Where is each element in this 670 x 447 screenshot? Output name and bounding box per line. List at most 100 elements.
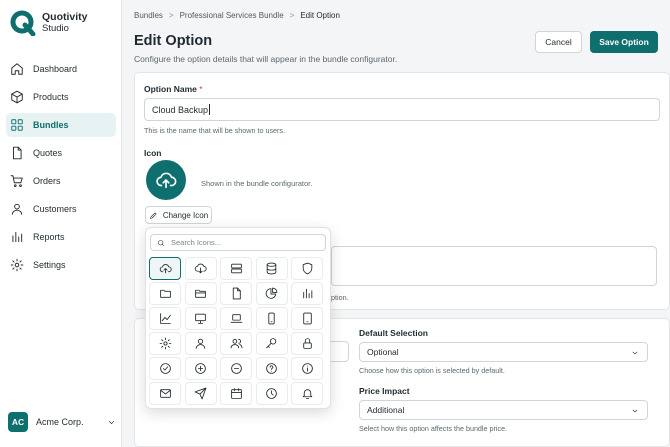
option-name-value: Cloud Backup xyxy=(152,104,209,115)
sidebar-item-label: Customers xyxy=(33,204,77,214)
icon-grid xyxy=(149,257,329,405)
sidebar-item-products[interactable]: Products xyxy=(6,85,116,109)
pie-chart-icon xyxy=(265,287,278,299)
icon-option-server[interactable] xyxy=(220,257,252,280)
icon-option-database[interactable] xyxy=(255,257,288,280)
icon-option-file[interactable] xyxy=(220,282,252,305)
icon-option-clock[interactable] xyxy=(255,382,288,405)
sidebar-item-orders[interactable]: Orders xyxy=(6,169,116,193)
icon-option-cloud-download[interactable] xyxy=(184,257,217,280)
gear-icon xyxy=(159,337,171,350)
icon-option-key[interactable] xyxy=(255,332,288,355)
logo-mark-icon xyxy=(10,10,36,37)
icon-option-cloud-upload[interactable] xyxy=(149,257,181,280)
line-chart-icon xyxy=(159,313,171,324)
sidebar-item-settings[interactable]: Settings xyxy=(6,253,116,277)
sidebar: Quotivity Studio Dashboard Products Bund… xyxy=(0,0,122,447)
page-subtitle: Configure the option details that will a… xyxy=(134,54,398,64)
home-icon xyxy=(11,63,23,75)
sidebar-item-dashboard[interactable]: Dashboard xyxy=(6,57,116,81)
sidebar-item-bundles[interactable]: Bundles xyxy=(6,113,116,137)
phone-icon xyxy=(268,312,275,325)
icon-option-laptop[interactable] xyxy=(220,307,252,330)
icon-option-calendar[interactable] xyxy=(220,382,252,405)
account-switcher[interactable]: AC Acme Corp. xyxy=(8,411,116,433)
icon-picker-popover: Search Icons... xyxy=(145,227,331,409)
icon-option-users[interactable] xyxy=(220,332,252,355)
sidebar-nav: Dashboard Products Bundles Quotes Orders… xyxy=(6,57,116,281)
breadcrumb-bundles[interactable]: Bundles xyxy=(134,11,163,20)
sidebar-item-reports[interactable]: Reports xyxy=(6,225,116,249)
option-name-hint: This is the name that will be shown to u… xyxy=(144,126,286,135)
option-name-input[interactable]: Cloud Backup xyxy=(144,98,660,121)
icon-option-mail[interactable] xyxy=(149,382,181,405)
icon-search-input[interactable]: Search Icons... xyxy=(150,234,326,251)
chevron-down-icon xyxy=(108,420,115,424)
sidebar-item-label: Dashboard xyxy=(33,64,78,74)
cloud-download-icon xyxy=(194,263,207,274)
sidebar-item-quotes[interactable]: Quotes xyxy=(6,141,116,165)
price-impact-hint: Select how this option affects the bundl… xyxy=(359,424,508,433)
required-mark: * xyxy=(199,84,203,94)
sidebar-item-customers[interactable]: Customers xyxy=(6,197,116,221)
cloud-upload-icon xyxy=(159,264,172,274)
icon-option-line-chart[interactable] xyxy=(149,307,181,330)
send-icon xyxy=(194,387,207,400)
price-impact-select[interactable]: Additional xyxy=(359,400,648,420)
icon-option-phone[interactable] xyxy=(255,307,288,330)
icon-option-pie-chart[interactable] xyxy=(255,282,288,305)
tablet-icon xyxy=(302,312,312,325)
icon-option-send[interactable] xyxy=(184,382,217,405)
sidebar-item-label: Settings xyxy=(33,260,66,270)
price-impact-label: Price Impact xyxy=(359,386,410,396)
icon-label: Icon xyxy=(144,148,162,158)
cloud-upload-icon xyxy=(156,172,177,189)
icon-option-bar-chart[interactable] xyxy=(291,282,323,305)
page-title: Edit Option xyxy=(134,33,213,49)
mail-icon xyxy=(159,389,171,398)
save-option-button[interactable]: Save Option xyxy=(590,31,658,53)
chevron-down-icon xyxy=(632,351,638,355)
users-icon xyxy=(230,339,242,349)
gear-icon xyxy=(10,258,24,272)
description-textarea[interactable] xyxy=(331,246,657,286)
selected-icon-preview xyxy=(146,160,186,200)
icon-option-monitor[interactable] xyxy=(184,307,217,330)
default-selection-select[interactable]: Optional xyxy=(359,342,648,362)
icon-option-help-circle[interactable] xyxy=(255,357,288,380)
app-name: Quotivity xyxy=(42,11,88,23)
breadcrumb-separator: > xyxy=(289,11,295,20)
help-circle-icon xyxy=(266,363,277,374)
icon-option-user[interactable] xyxy=(184,332,217,355)
cancel-button[interactable]: Cancel xyxy=(535,31,582,53)
icon-option-info-circle[interactable] xyxy=(291,357,323,380)
icon-option-lock[interactable] xyxy=(291,332,323,355)
change-icon-button[interactable]: Change Icon xyxy=(145,206,212,224)
icon-option-folder[interactable] xyxy=(149,282,181,305)
app-logo[interactable]: Quotivity Studio xyxy=(10,10,88,37)
sidebar-item-label: Orders xyxy=(33,176,61,186)
icon-option-plus-circle[interactable] xyxy=(184,357,217,380)
icon-option-check-circle[interactable] xyxy=(149,357,181,380)
icon-option-folder-open[interactable] xyxy=(184,282,217,305)
file-icon xyxy=(232,287,241,300)
sidebar-item-label: Reports xyxy=(33,232,65,242)
clock-icon xyxy=(266,388,277,399)
icon-hint: Shown in the bundle configurator. xyxy=(201,179,313,188)
default-selection-label: Default Selection xyxy=(359,328,428,338)
default-selection-hint: Choose how this option is selected by de… xyxy=(359,366,505,375)
icon-option-gear[interactable] xyxy=(149,332,181,355)
avatar: AC xyxy=(8,412,28,432)
search-icon xyxy=(158,239,164,246)
icon-option-bell[interactable] xyxy=(291,382,323,405)
breadcrumb-bundle-name[interactable]: Professional Services Bundle xyxy=(180,11,284,20)
icon-option-tablet[interactable] xyxy=(291,307,323,330)
lock-icon xyxy=(302,338,312,349)
bar-chart-icon xyxy=(12,231,23,243)
icon-option-shield[interactable] xyxy=(291,257,323,280)
check-circle-icon xyxy=(159,363,171,374)
change-icon-label: Change Icon xyxy=(162,210,209,220)
price-impact-value: Additional xyxy=(367,405,405,415)
monitor-icon xyxy=(195,313,206,324)
icon-option-minus-circle[interactable] xyxy=(220,357,252,380)
